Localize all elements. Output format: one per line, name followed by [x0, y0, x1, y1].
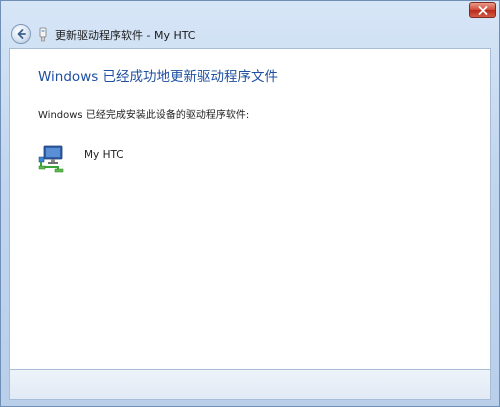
title-bar: 更新驱动程序软件 - My HTC — [1, 1, 499, 48]
window-title: 更新驱动程序软件 - My HTC — [55, 29, 196, 42]
network-device-icon — [38, 145, 64, 173]
page-title: Windows 已经成功地更新驱动程序文件 — [38, 69, 279, 85]
device-list-item: My HTC — [38, 143, 124, 175]
close-button[interactable] — [469, 2, 496, 18]
button-bar — [9, 370, 491, 400]
usb-device-icon — [39, 27, 47, 42]
back-arrow-icon — [17, 29, 26, 39]
close-icon — [478, 5, 487, 15]
status-message: Windows 已经完成安装此设备的驱动程序软件: — [38, 110, 250, 121]
driver-update-window: 更新驱动程序软件 - My HTC Windows 已经成功地更新驱动程序文件 … — [0, 0, 500, 407]
back-button[interactable] — [11, 24, 31, 44]
content-panel: Windows 已经成功地更新驱动程序文件 Windows 已经完成安装此设备的… — [9, 48, 491, 370]
device-name: My HTC — [84, 149, 124, 161]
